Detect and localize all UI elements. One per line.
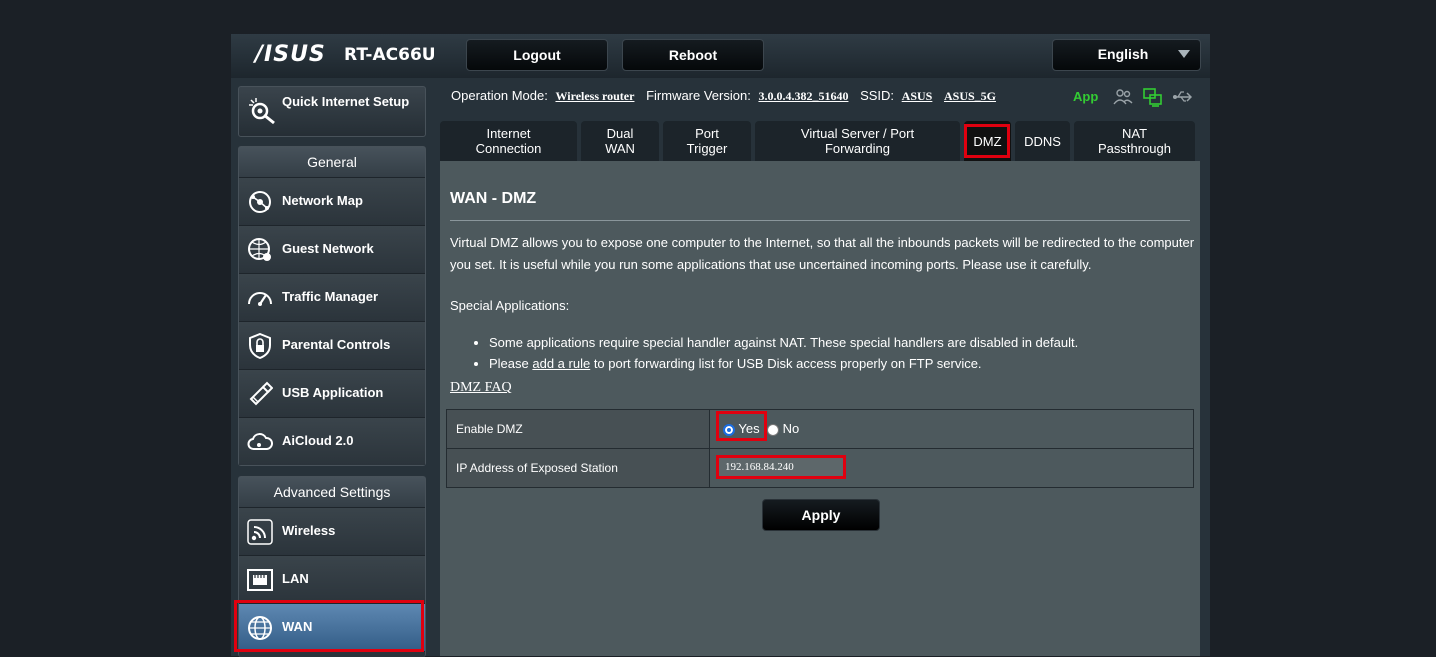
quick-internet-setup-label: Quick Internet Setup xyxy=(282,94,410,109)
bullet-text: Please xyxy=(489,356,533,371)
ssid-link-2g[interactable]: ASUS xyxy=(902,89,933,103)
enable-dmz-no[interactable]: No xyxy=(767,421,799,436)
operation-mode-label: Operation Mode: xyxy=(451,88,548,103)
tab-label: DDNS xyxy=(1024,133,1061,149)
sidebar-item-parental-controls[interactable]: Parental Controls xyxy=(239,322,425,370)
sidebar-item-guest-network[interactable]: Guest Network xyxy=(239,226,425,274)
tab-virtual-server[interactable]: Virtual Server / Port Forwarding xyxy=(755,121,960,161)
table-row: Enable DMZ xyxy=(446,409,1194,449)
sidebar-item-label: Parental Controls xyxy=(282,337,391,352)
add-a-rule-link[interactable]: add a rule xyxy=(532,356,590,371)
asus-logo: /ISUS xyxy=(255,42,326,67)
sidebar-item-traffic-manager[interactable]: Traffic Manager xyxy=(239,274,425,322)
general-heading: General xyxy=(239,147,425,178)
tab-port-trigger[interactable]: Port Trigger xyxy=(663,121,751,161)
sidebar-item-label: LAN xyxy=(282,571,309,586)
apply-button[interactable]: Apply xyxy=(762,499,880,531)
no-label: No xyxy=(782,421,800,436)
guest-network-icon xyxy=(248,238,271,261)
sidebar-item-label: Guest Network xyxy=(282,241,374,256)
speedometer-icon xyxy=(248,292,272,306)
sidebar-item-label: Traffic Manager xyxy=(282,289,379,304)
sidebar-item-label: WAN xyxy=(282,619,313,634)
tab-label: Internet Connection xyxy=(475,126,542,156)
list-item: Please add a rule to port forwarding lis… xyxy=(489,353,1078,374)
ip-address-label: IP Address of Exposed Station xyxy=(446,448,710,488)
language-value: English xyxy=(1097,46,1149,62)
sidebar-item-label: Network Map xyxy=(282,193,363,208)
yes-label: Yes xyxy=(738,421,760,436)
lan-icon xyxy=(247,569,273,591)
internet-status-icon[interactable] xyxy=(1143,87,1163,107)
ssid-link-5g[interactable]: ASUS_5G xyxy=(944,89,996,103)
sidebar-item-network-map[interactable]: Network Map xyxy=(239,178,425,226)
tab-label: NAT Passthrough xyxy=(1098,126,1171,156)
usb-status-icon[interactable] xyxy=(1172,87,1192,107)
sidebar-item-usb-application[interactable]: USB Application xyxy=(239,370,425,418)
bullet-text: Some applications require special handle… xyxy=(489,335,1079,350)
tab-label: Virtual Server / Port Forwarding xyxy=(800,126,915,156)
title-divider xyxy=(450,220,1190,221)
firmware-link[interactable]: 3.0.0.4.382_51640 xyxy=(758,89,848,103)
sidebar-item-label: USB Application xyxy=(282,385,384,400)
radio-yes[interactable] xyxy=(723,423,735,436)
logout-button[interactable]: Logout xyxy=(466,39,608,71)
tab-ddns[interactable]: DDNS xyxy=(1015,121,1070,161)
status-bar: Operation Mode: Wireless router Firmware… xyxy=(451,87,996,105)
advanced-settings-menu: Advanced Settings Wireless LAN WAN xyxy=(238,476,426,657)
parental-lock-icon xyxy=(249,333,271,359)
exposed-station-ip-input[interactable]: 192.168.84.240 xyxy=(716,455,846,479)
sidebar-item-aicloud[interactable]: AiCloud 2.0 xyxy=(239,418,425,465)
network-map-icon xyxy=(249,191,271,213)
app-link[interactable]: App xyxy=(1073,89,1098,104)
special-applications-heading: Special Applications: xyxy=(450,298,570,313)
globe-icon xyxy=(248,616,272,640)
chevron-down-icon xyxy=(1178,50,1190,58)
ssid-label: SSID: xyxy=(860,88,895,103)
cloud-icon xyxy=(247,433,273,450)
list-item: Some applications require special handle… xyxy=(489,332,1078,353)
dmz-faq-link[interactable]: DMZ FAQ xyxy=(450,380,512,396)
usb-icon xyxy=(249,381,273,406)
special-applications-list: Some applications require special handle… xyxy=(472,332,1078,374)
sidebar-item-label: Wireless xyxy=(282,523,336,538)
tab-dual-wan[interactable]: Dual WAN xyxy=(581,121,659,161)
sidebar-item-wireless[interactable]: Wireless xyxy=(239,508,425,556)
bullet-text: to port forwarding list for USB Disk acc… xyxy=(590,356,982,371)
tab-label: DMZ xyxy=(973,133,1002,149)
tab-nat-passthrough[interactable]: NAT Passthrough xyxy=(1074,121,1195,161)
quick-internet-setup-button[interactable]: Quick Internet Setup xyxy=(238,86,426,137)
tab-dmz[interactable]: DMZ xyxy=(964,121,1011,161)
dmz-description: Virtual DMZ allows you to expose one com… xyxy=(450,235,1195,272)
tab-label: Port Trigger xyxy=(686,126,728,156)
page-title: WAN - DMZ xyxy=(450,190,537,207)
wizard-icon xyxy=(249,98,275,125)
tab-internet-connection[interactable]: Internet Connection xyxy=(440,121,577,161)
sidebar-item-label: AiCloud 2.0 xyxy=(282,433,354,448)
reboot-button[interactable]: Reboot xyxy=(622,39,764,71)
language-select[interactable]: English xyxy=(1052,39,1201,71)
advanced-settings-heading: Advanced Settings xyxy=(239,477,425,508)
clients-icon[interactable] xyxy=(1113,87,1133,107)
enable-dmz-label: Enable DMZ xyxy=(446,409,710,449)
general-menu: General Network Map Guest Network Traffi… xyxy=(238,146,426,466)
wireless-icon xyxy=(247,519,273,545)
operation-mode-link[interactable]: Wireless router xyxy=(555,89,634,103)
sidebar-item-wan[interactable]: WAN xyxy=(239,604,425,652)
firmware-label: Firmware Version: xyxy=(646,88,751,103)
radio-no[interactable] xyxy=(767,423,779,436)
model-name: RT-AC66U xyxy=(344,45,436,65)
tab-label: Dual WAN xyxy=(605,126,635,156)
enable-dmz-yes[interactable]: Yes xyxy=(723,421,760,436)
sidebar-item-lan[interactable]: LAN xyxy=(239,556,425,604)
